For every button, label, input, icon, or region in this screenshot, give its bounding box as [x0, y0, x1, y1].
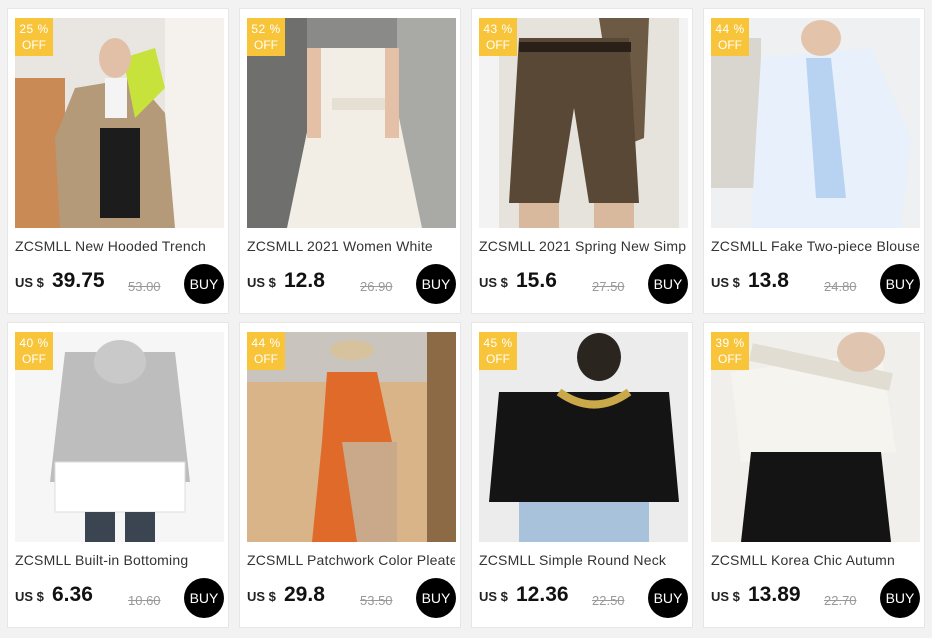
discount-off-label: OFF	[22, 352, 46, 366]
discount-percent: 43 %	[483, 22, 513, 36]
product-title[interactable]: ZCSMLL Patchwork Color Pleated	[247, 552, 455, 568]
price-row: US $ 6.36 10.60 BUY	[15, 577, 224, 618]
buy-button[interactable]: BUY	[416, 578, 456, 618]
currency-label: US $	[711, 589, 740, 604]
discount-badge: 25 % OFF	[15, 18, 53, 56]
currency-label: US $	[247, 589, 276, 604]
original-price: 22.50	[592, 593, 625, 608]
buy-button[interactable]: BUY	[184, 578, 224, 618]
currency-label: US $	[247, 275, 276, 290]
discount-percent: 44 %	[251, 336, 281, 350]
discount-percent: 25 %	[19, 22, 49, 36]
sale-price: 13.89	[748, 583, 801, 606]
discount-percent: 45 %	[483, 336, 513, 350]
sale-price: 13.8	[748, 269, 789, 292]
discount-off-label: OFF	[486, 38, 510, 52]
discount-badge: 45 % OFF	[479, 332, 517, 370]
discount-off-label: OFF	[718, 352, 742, 366]
product-card[interactable]: 45 % OFF ZCSMLL Simple Round Neck US $ 1…	[471, 322, 693, 628]
buy-button[interactable]: BUY	[880, 264, 920, 304]
discount-badge: 44 % OFF	[247, 332, 285, 370]
product-title[interactable]: ZCSMLL 2021 Women White	[247, 238, 455, 254]
product-title[interactable]: ZCSMLL Fake Two-piece Blouses	[711, 238, 919, 254]
discount-off-label: OFF	[22, 38, 46, 52]
currency-label: US $	[15, 275, 44, 290]
sale-price: 6.36	[52, 583, 93, 606]
discount-badge: 40 % OFF	[15, 332, 53, 370]
sale-price: 29.8	[284, 583, 325, 606]
original-price: 53.50	[360, 593, 393, 608]
buy-button[interactable]: BUY	[184, 264, 224, 304]
discount-percent: 52 %	[251, 22, 281, 36]
price-row: US $ 13.89 22.70 BUY	[711, 577, 920, 618]
discount-percent: 39 %	[715, 336, 745, 350]
currency-label: US $	[711, 275, 740, 290]
buy-button[interactable]: BUY	[648, 264, 688, 304]
discount-badge: 43 % OFF	[479, 18, 517, 56]
discount-off-label: OFF	[718, 38, 742, 52]
discount-off-label: OFF	[486, 352, 510, 366]
product-card[interactable]: 40 % OFF ZCSMLL Built-in Bottoming US $ …	[7, 322, 229, 628]
discount-percent: 40 %	[19, 336, 49, 350]
buy-button[interactable]: BUY	[880, 578, 920, 618]
product-card[interactable]: 52 % OFF ZCSMLL 2021 Women White US $ 12…	[239, 8, 461, 314]
original-price: 53.00	[128, 279, 161, 294]
discount-badge: 44 % OFF	[711, 18, 749, 56]
discount-percent: 44 %	[715, 22, 745, 36]
original-price: 10.60	[128, 593, 161, 608]
product-card[interactable]: 43 % OFF ZCSMLL 2021 Spring New Simple U…	[471, 8, 693, 314]
original-price: 24.80	[824, 279, 857, 294]
price-row: US $ 13.8 24.80 BUY	[711, 263, 920, 304]
product-title[interactable]: ZCSMLL Built-in Bottoming	[15, 552, 223, 568]
price-row: US $ 12.8 26.90 BUY	[247, 263, 456, 304]
price-row: US $ 29.8 53.50 BUY	[247, 577, 456, 618]
product-card[interactable]: 44 % OFF ZCSMLL Fake Two-piece Blouses U…	[703, 8, 925, 314]
sale-price: 39.75	[52, 269, 105, 292]
discount-off-label: OFF	[254, 352, 278, 366]
product-title[interactable]: ZCSMLL Korea Chic Autumn	[711, 552, 919, 568]
original-price: 27.50	[592, 279, 625, 294]
product-title[interactable]: ZCSMLL Simple Round Neck	[479, 552, 687, 568]
sale-price: 12.36	[516, 583, 569, 606]
price-row: US $ 39.75 53.00 BUY	[15, 263, 224, 304]
sale-price: 12.8	[284, 269, 325, 292]
price-row: US $ 12.36 22.50 BUY	[479, 577, 688, 618]
currency-label: US $	[479, 589, 508, 604]
discount-badge: 39 % OFF	[711, 332, 749, 370]
buy-button[interactable]: BUY	[648, 578, 688, 618]
sale-price: 15.6	[516, 269, 557, 292]
original-price: 26.90	[360, 279, 393, 294]
product-title[interactable]: ZCSMLL 2021 Spring New Simple	[479, 238, 687, 254]
discount-off-label: OFF	[254, 38, 278, 52]
price-row: US $ 15.6 27.50 BUY	[479, 263, 688, 304]
product-card[interactable]: 44 % OFF ZCSMLL Patchwork Color Pleated …	[239, 322, 461, 628]
buy-button[interactable]: BUY	[416, 264, 456, 304]
discount-badge: 52 % OFF	[247, 18, 285, 56]
currency-label: US $	[15, 589, 44, 604]
product-card[interactable]: 25 % OFF ZCSMLL New Hooded Trench US $ 3…	[7, 8, 229, 314]
original-price: 22.70	[824, 593, 857, 608]
product-card[interactable]: 39 % OFF ZCSMLL Korea Chic Autumn US $ 1…	[703, 322, 925, 628]
currency-label: US $	[479, 275, 508, 290]
product-title[interactable]: ZCSMLL New Hooded Trench	[15, 238, 223, 254]
